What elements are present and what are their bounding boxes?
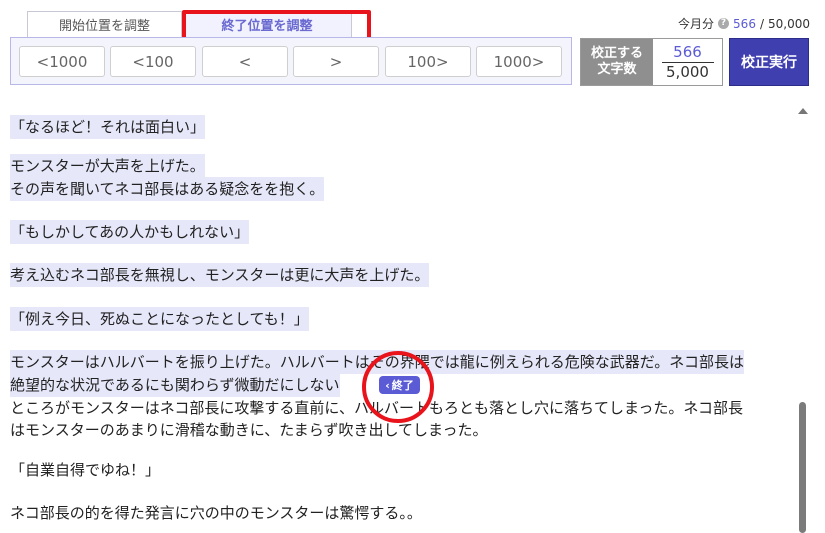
char-count-label-line1: 校正する: [590, 46, 643, 61]
quota-separator: /: [759, 16, 764, 31]
move-forward-100-button[interactable]: 100>: [385, 46, 471, 77]
text-line: ところがモンスターはネコ部長に攻撃する直前に、ハルバートもろとも落とし穴に落ちて…: [10, 399, 744, 417]
text-line: モンスターはハルバートを振り上げた。ハルバートはその界隈では龍に例えられる危険な…: [10, 350, 744, 374]
text-line: その声を聞いてネコ部長はある疑念をを抱く。: [10, 177, 325, 201]
text-line: 考え込むネコ部長を無視し、モンスターは更に大声を上げた。: [10, 263, 430, 287]
quota-limit: 50,000: [768, 16, 810, 31]
run-proofread-button[interactable]: 校正実行: [729, 38, 809, 86]
text-line: 「もしかしてあの人かもしれない」: [10, 220, 250, 244]
adjust-panel: <1000 <100 < > 100> 1000>: [10, 37, 572, 85]
move-back-1-button[interactable]: <: [202, 46, 288, 77]
text-line: 「なるほど！それは面白い」: [10, 115, 206, 139]
quota-label: 今月分: [678, 17, 715, 31]
scroll-up-icon[interactable]: [798, 108, 808, 114]
char-count-max: 5,000: [661, 61, 714, 82]
tab-adjust-end[interactable]: 終了位置を調整: [182, 11, 352, 37]
end-marker-label: 終了: [391, 379, 414, 392]
text-line: 「例え今日、死ぬことになったとしても！」: [10, 307, 309, 331]
move-forward-1000-button[interactable]: 1000>: [476, 46, 562, 77]
adjust-tabs: 開始位置を調整 終了位置を調整: [27, 11, 352, 37]
chevron-left-icon: ‹: [385, 378, 390, 392]
move-back-100-button[interactable]: <100: [110, 46, 196, 77]
scrollbar-thumb[interactable]: [799, 402, 806, 533]
move-back-1000-button[interactable]: <1000: [19, 46, 105, 77]
text-line: はモンスターのあまりに滑稽な動きに、たまらず吹き出してしまった。: [10, 421, 488, 439]
end-position-marker[interactable]: ‹ 終了: [379, 376, 420, 394]
help-icon[interactable]: ?: [718, 18, 730, 29]
quota-used: 566: [733, 16, 756, 31]
char-count-values: 566 5,000: [653, 39, 722, 85]
move-forward-1-button[interactable]: >: [293, 46, 379, 77]
char-count-label-line2: 文字数: [597, 62, 637, 77]
text-line: ネコ部長の的を得た発言に穴の中のモンスターは驚愕する。。: [10, 504, 422, 522]
monthly-quota: 今月分 ? 566 / 50,000: [678, 15, 810, 32]
text-line: 絶望的な状況であるにも関わらず微動だにしない: [10, 373, 340, 397]
char-count-box: 校正する 文字数 566 5,000: [580, 38, 723, 86]
text-line: モンスターが大声を上げた。: [10, 154, 205, 178]
char-count-label: 校正する 文字数: [581, 39, 653, 85]
text-line: 「自業自得でゆね！」: [10, 461, 161, 479]
char-count-value: 566: [673, 42, 702, 61]
tab-adjust-start[interactable]: 開始位置を調整: [27, 11, 182, 37]
scrollbar[interactable]: [797, 104, 809, 533]
